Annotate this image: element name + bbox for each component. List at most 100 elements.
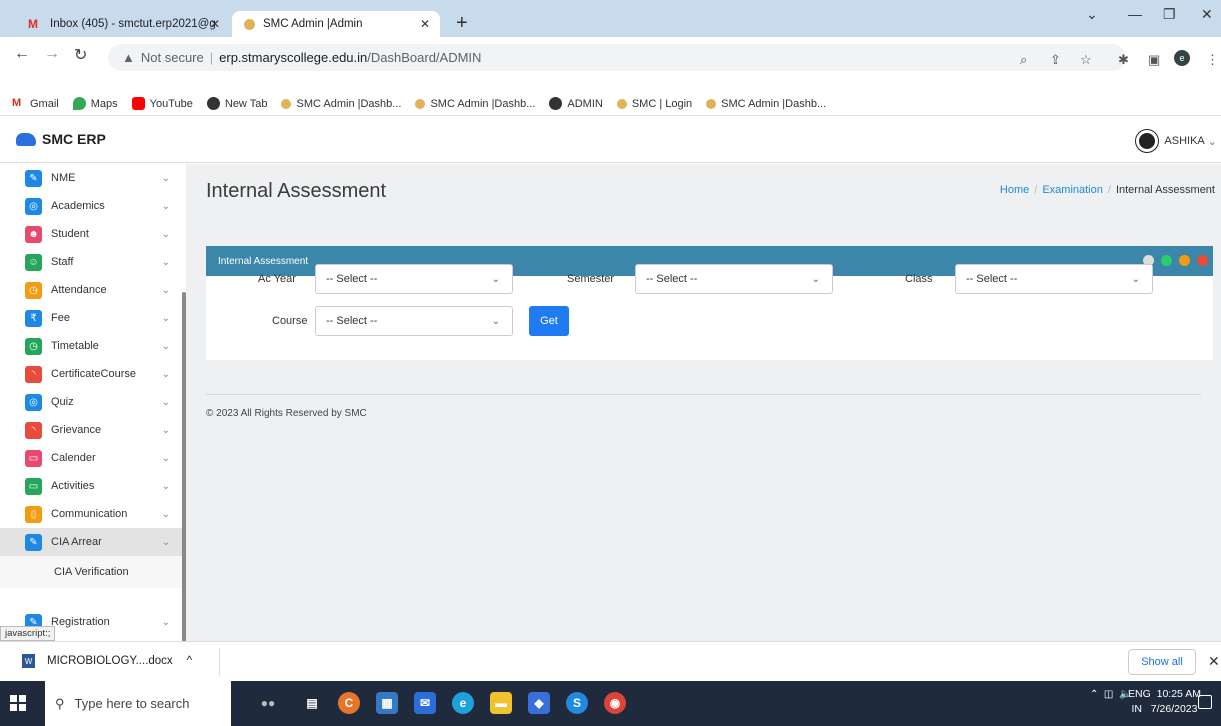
bookmark-smc-login[interactable]: SMC | Login bbox=[616, 97, 693, 110]
course-label: Course bbox=[272, 315, 308, 327]
system-tray-icons[interactable]: ⌃ ◫ 🔈 bbox=[1090, 689, 1131, 700]
edge-icon[interactable]: e bbox=[452, 692, 474, 714]
download-item[interactable]: W MICROBIOLOGY....docx ^ bbox=[22, 654, 192, 668]
chevron-down-icon[interactable]: ⌄ bbox=[1086, 6, 1098, 23]
sidebar: ✎ NME ⌄ ◎ Academics ⌄ ☻ Student ⌄ ☺ Staff ⌄ ◷ Att… bbox=[0, 164, 186, 641]
sidepanel-icon[interactable]: ▣ bbox=[1148, 52, 1160, 68]
user-icon: ☺ bbox=[25, 253, 42, 271]
close-icon[interactable]: ✕ bbox=[1208, 653, 1220, 670]
tab-smc-admin[interactable]: SMC Admin |Admin ✕ bbox=[232, 11, 440, 37]
bookmark-youtube[interactable]: YouTube bbox=[131, 97, 193, 110]
zoom-icon[interactable]: ⌕ bbox=[1020, 52, 1027, 68]
sidebar-item-cia-arrear[interactable]: ✎ CIA Arrear ⌄ bbox=[0, 528, 182, 556]
edit-icon: ✎ bbox=[25, 169, 42, 187]
cortana-icon[interactable]: ●● bbox=[248, 692, 288, 714]
bookmark-newtab[interactable]: New Tab bbox=[206, 97, 267, 110]
breadcrumb-home[interactable]: Home bbox=[1000, 184, 1029, 196]
refresh-control-icon[interactable] bbox=[1161, 255, 1172, 266]
bookmark-smc-3[interactable]: SMC Admin |Dashb... bbox=[706, 98, 826, 110]
url-separator: | bbox=[209, 50, 214, 65]
sidebar-item-activities[interactable]: ▭ Activities ⌄ bbox=[0, 472, 182, 500]
url-input[interactable]: ▲ Not secure | erp.stmaryscollege.edu.in… bbox=[108, 44, 1126, 71]
sidebar-item-communication[interactable]: ▯ Communication ⌄ bbox=[0, 500, 182, 528]
sidebar-item-label: Timetable bbox=[51, 340, 99, 352]
time-label: 10:25 AM bbox=[1156, 688, 1201, 700]
youtube-icon bbox=[131, 97, 145, 110]
sidebar-item-certificatecourse[interactable]: ◝ CertificateCourse ⌄ bbox=[0, 360, 182, 388]
word-doc-icon: W bbox=[22, 654, 35, 668]
minimize-icon[interactable]: — bbox=[1128, 6, 1142, 22]
sidebar-item-label: Activities bbox=[51, 480, 95, 492]
store-icon[interactable]: ▦ bbox=[376, 692, 398, 714]
tab-gmail[interactable]: M Inbox (405) - smctut.erp2021@g ✕ bbox=[16, 11, 230, 37]
bookmark-admin[interactable]: ADMIN bbox=[549, 97, 603, 110]
chevron-down-icon: ⌄ bbox=[161, 508, 170, 520]
menu-icon[interactable]: ⋮ bbox=[1206, 52, 1219, 68]
sidebar-item-grievance[interactable]: ◝ Grievance ⌄ bbox=[0, 416, 182, 444]
user-menu[interactable]: ASHIKA ⌄ bbox=[1136, 130, 1217, 152]
chevron-down-icon: ⌄ bbox=[1207, 135, 1217, 148]
sidebar-item-quiz[interactable]: ◎ Quiz ⌄ bbox=[0, 388, 182, 416]
skype-icon[interactable]: S bbox=[566, 692, 588, 714]
chevron-down-icon: ⌄ bbox=[161, 256, 170, 268]
show-all-button[interactable]: Show all bbox=[1128, 649, 1196, 675]
share-icon[interactable]: ⇪ bbox=[1050, 52, 1061, 68]
close-icon[interactable]: ✕ bbox=[210, 17, 220, 31]
chrome-icon[interactable]: ◉ bbox=[604, 692, 626, 714]
chevron-down-icon: ⌄ bbox=[161, 228, 170, 240]
app-logo[interactable]: SMC ERP bbox=[16, 131, 106, 147]
sidebar-item-staff[interactable]: ☺ Staff ⌄ bbox=[0, 248, 182, 276]
chevron-down-icon: ⌄ bbox=[161, 396, 170, 408]
taskbar: ⚲ Type here to search ●● ▤ C ▦ ✉ e ▬ ◆ S… bbox=[0, 681, 1221, 726]
sidebar-item-label: Student bbox=[51, 228, 89, 240]
notification-icon[interactable] bbox=[1198, 695, 1212, 709]
app-c-icon[interactable]: C bbox=[338, 692, 360, 714]
sidebar-item-label: NME bbox=[51, 172, 76, 184]
sidebar-item-student[interactable]: ☻ Student ⌄ bbox=[0, 220, 182, 248]
app-icon[interactable]: ◆ bbox=[528, 692, 550, 714]
sidebar-subitem-cia-verification[interactable]: CIA Verification bbox=[0, 556, 182, 588]
mail-icon[interactable]: ✉ bbox=[414, 692, 436, 714]
chevron-down-icon: ⌄ bbox=[161, 368, 170, 380]
windows-start-icon[interactable] bbox=[10, 695, 26, 711]
sidebar-item-attendance[interactable]: ◷ Attendance ⌄ bbox=[0, 276, 182, 304]
new-tab-icon[interactable]: + bbox=[456, 12, 468, 35]
get-button[interactable]: Get bbox=[529, 306, 569, 336]
course-select[interactable]: -- Select -- ⌄ bbox=[315, 306, 513, 336]
reload-icon[interactable]: ↻ bbox=[74, 45, 87, 65]
bookmark-smc-2[interactable]: SMC Admin |Dashb... bbox=[415, 98, 535, 110]
chevron-down-icon: ⌄ bbox=[161, 616, 170, 628]
download-bar: W MICROBIOLOGY....docx ^ Show all ✕ bbox=[0, 641, 1221, 681]
bookmark-star-icon[interactable]: ☆ bbox=[1080, 52, 1092, 68]
task-view-icon[interactable]: ▤ bbox=[301, 692, 323, 714]
sidebar-item-timetable[interactable]: ◷ Timetable ⌄ bbox=[0, 332, 182, 360]
breadcrumb-examination[interactable]: Examination bbox=[1042, 184, 1103, 196]
ac-year-select[interactable]: -- Select -- ⌄ bbox=[315, 264, 513, 294]
bookmark-gmail[interactable]: M Gmail bbox=[12, 97, 59, 110]
forward-icon[interactable]: → bbox=[44, 45, 60, 63]
back-icon[interactable]: ← bbox=[14, 45, 30, 63]
window-close-icon[interactable]: ✕ bbox=[1201, 6, 1213, 23]
sidebar-item-fee[interactable]: ₹ Fee ⌄ bbox=[0, 304, 182, 332]
globe-icon bbox=[206, 97, 220, 110]
sidebar-item-academics[interactable]: ◎ Academics ⌄ bbox=[0, 192, 182, 220]
sidebar-item-nme[interactable]: ✎ NME ⌄ bbox=[0, 164, 182, 192]
taskbar-search-input[interactable]: ⚲ Type here to search bbox=[45, 681, 231, 726]
close-icon[interactable]: ✕ bbox=[420, 17, 430, 31]
chevron-up-icon[interactable]: ^ bbox=[187, 655, 192, 667]
class-select[interactable]: -- Select -- ⌄ bbox=[955, 264, 1153, 294]
close-control-icon[interactable] bbox=[1197, 255, 1208, 266]
restore-icon[interactable]: ❐ bbox=[1163, 6, 1176, 23]
bookmark-smc-1[interactable]: SMC Admin |Dashb... bbox=[281, 98, 401, 110]
clock[interactable]: ENG 10:25 AM IN 7/26/2023 bbox=[1128, 687, 1201, 717]
smc-favicon bbox=[616, 98, 627, 109]
sidebar-item-calender[interactable]: ▭ Calender ⌄ bbox=[0, 444, 182, 472]
bookmark-maps[interactable]: Maps bbox=[72, 97, 118, 110]
bookmark-label: SMC | Login bbox=[631, 97, 693, 110]
file-explorer-icon[interactable]: ▬ bbox=[490, 692, 512, 714]
extensions-icon[interactable]: ✱ bbox=[1118, 52, 1129, 68]
profile-icon[interactable]: e bbox=[1174, 50, 1190, 66]
minimize-control-icon[interactable] bbox=[1179, 255, 1190, 266]
semester-select[interactable]: -- Select -- ⌄ bbox=[635, 264, 833, 294]
chevron-down-icon: ⌄ bbox=[161, 452, 170, 464]
